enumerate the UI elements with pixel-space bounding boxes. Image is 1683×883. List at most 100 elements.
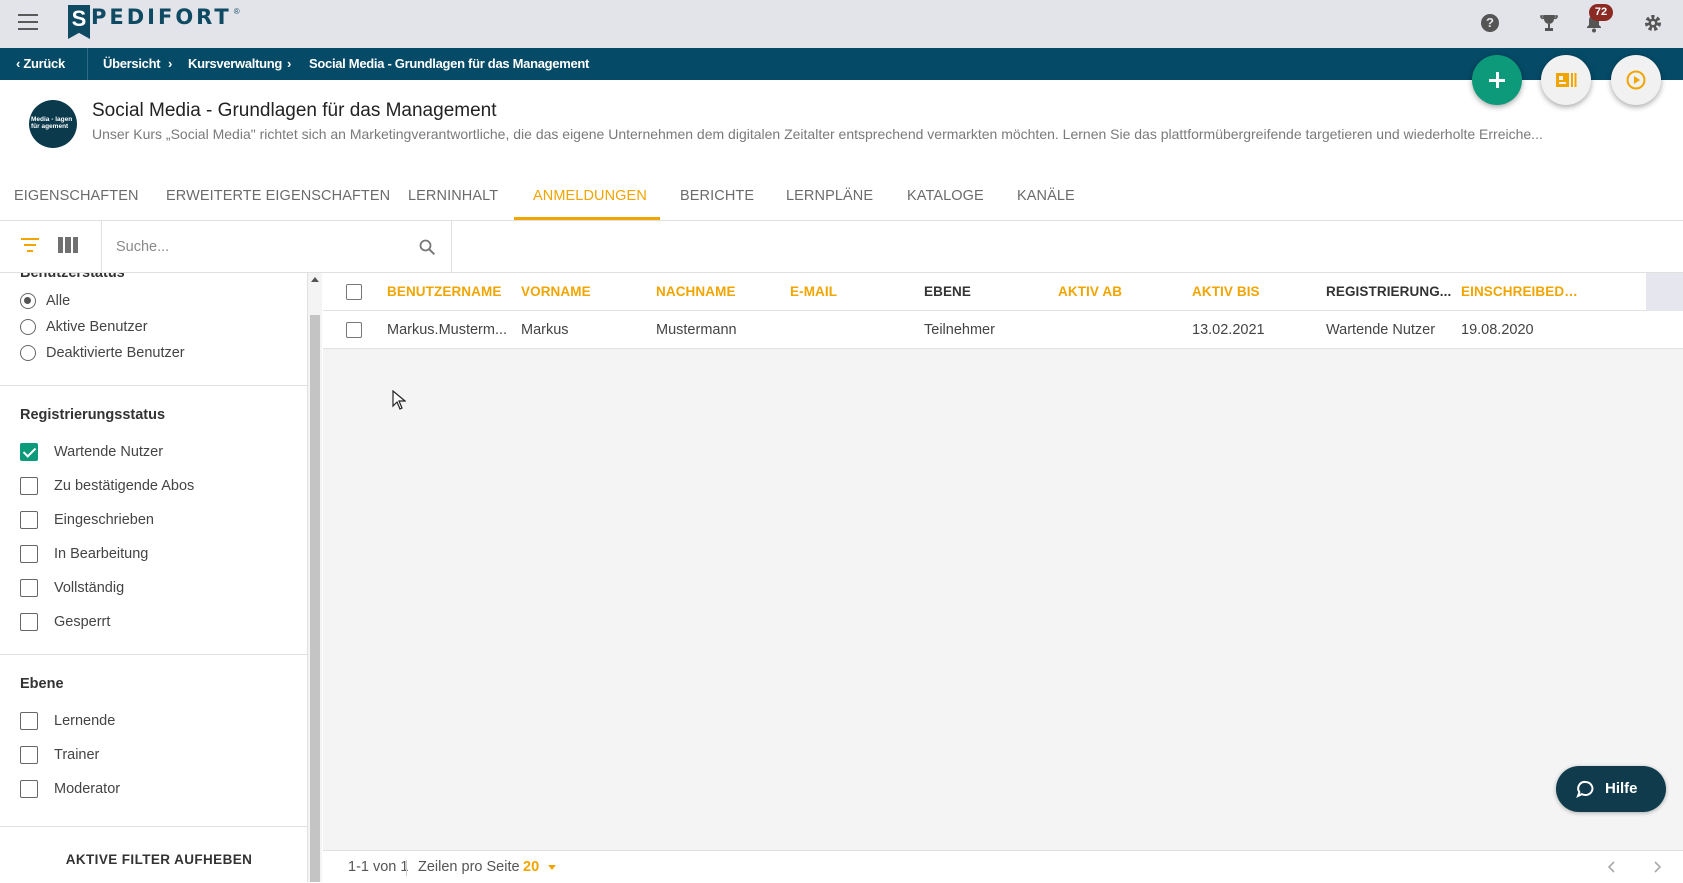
cell-active-until: 13.02.2021 (1192, 322, 1265, 338)
column-registration[interactable]: REGISTRIERUNG... (1326, 273, 1456, 311)
checkbox-blocked[interactable]: Gesperrt (20, 610, 280, 634)
filter-divider (0, 654, 307, 655)
column-active-from[interactable]: AKTIV AB (1058, 273, 1122, 311)
checkbox[interactable] (20, 443, 38, 461)
notification-badge: 72 (1589, 4, 1613, 21)
checkbox-label: Gesperrt (54, 614, 111, 630)
trophy-icon[interactable] (1538, 12, 1560, 34)
caret-down-icon[interactable] (548, 865, 556, 870)
cell-registration: Wartende Nutzer (1326, 322, 1436, 338)
checkbox-waiting-users[interactable]: Wartende Nutzer (20, 440, 280, 464)
sidebar-scrollbar[interactable] (308, 273, 322, 882)
select-all-checkbox[interactable] (346, 284, 362, 300)
column-firstname[interactable]: VORNAME (521, 273, 591, 311)
clear-filters-button[interactable]: AKTIVE FILTER AUFHEBEN (0, 852, 307, 867)
tab-learning-content[interactable]: LERNINHALT (408, 178, 498, 221)
checkbox-complete[interactable]: Vollständig (20, 576, 280, 600)
top-bar: S PEDIFORT ® ? 72 (0, 0, 1683, 48)
column-email[interactable]: E-MAIL (790, 273, 837, 311)
checkbox-in-progress[interactable]: In Bearbeitung (20, 542, 280, 566)
radio-label: Deaktivierte Benutzer (46, 345, 185, 361)
pager-divider (406, 860, 407, 876)
scrollbar-thumb[interactable] (310, 315, 320, 882)
play-button[interactable] (1611, 55, 1661, 105)
help-icon[interactable]: ? (1479, 12, 1501, 34)
checkbox[interactable] (20, 545, 38, 563)
breadcrumb-item-course-admin[interactable]: Kursverwaltung (188, 48, 282, 80)
cell-username: Markus.Musterm... (387, 322, 508, 338)
filter-panel: Benutzerstatus Alle Aktive Benutzer Deak… (0, 273, 308, 882)
row-checkbox[interactable] (346, 322, 362, 338)
back-label: Zurück (23, 56, 65, 71)
checkbox[interactable] (20, 511, 38, 529)
tab-learning-plans[interactable]: LERNPLÄNE (786, 178, 873, 221)
tab-properties[interactable]: EIGENSCHAFTEN (14, 178, 139, 221)
checkbox-trainer[interactable]: Trainer (20, 743, 280, 767)
radio-all[interactable]: Alle (20, 289, 280, 313)
catalog-button[interactable] (1541, 55, 1591, 105)
radio-deactivated-users[interactable]: Deaktivierte Benutzer (20, 341, 280, 365)
checkbox-pending-subscriptions[interactable]: Zu bestätigende Abos (20, 474, 280, 498)
logo-registered: ® (233, 6, 240, 16)
radio-button[interactable] (20, 319, 36, 335)
gear-icon[interactable] (1642, 12, 1664, 34)
search-input[interactable] (104, 231, 404, 263)
filter-divider (0, 826, 307, 827)
cell-lastname: Mustermann (656, 322, 737, 338)
active-tab-indicator (514, 217, 660, 220)
checkbox[interactable] (20, 579, 38, 597)
tab-extended-properties[interactable]: ERWEITERTE EIGENSCHAFTEN (166, 178, 390, 221)
checkbox-learners[interactable]: Lernende (20, 709, 280, 733)
checkbox-moderator[interactable]: Moderator (20, 777, 280, 801)
previous-page-icon[interactable] (1605, 859, 1619, 875)
column-level[interactable]: EBENE (924, 273, 971, 311)
chevron-right-icon: › (287, 56, 292, 71)
rows-per-page-select[interactable]: 20 (523, 851, 539, 883)
mouse-cursor-icon (392, 390, 406, 410)
catalog-icon (1556, 73, 1577, 87)
toolbar-divider (451, 221, 452, 273)
tab-channels[interactable]: KANÄLE (1017, 178, 1075, 221)
breadcrumb-item-overview[interactable]: Übersicht (103, 48, 161, 80)
radio-button[interactable] (20, 293, 36, 309)
checkbox-label: In Bearbeitung (54, 546, 149, 562)
spedifort-logo[interactable]: S PEDIFORT ® (68, 4, 240, 40)
tab-reports[interactable]: BERICHTE (680, 178, 754, 221)
column-username[interactable]: BENUTZERNAME (387, 273, 501, 311)
table-toolbar (0, 221, 1683, 273)
breadcrumb-divider (87, 48, 88, 80)
radio-button[interactable] (20, 345, 36, 361)
logo-text: PEDIFORT (91, 5, 232, 29)
radio-active-users[interactable]: Aktive Benutzer (20, 315, 280, 339)
chevron-right-icon: › (168, 56, 173, 71)
checkbox-label: Moderator (54, 781, 121, 797)
checkbox[interactable] (20, 712, 38, 730)
tab-catalogs[interactable]: KATALOGE (907, 178, 984, 221)
column-lastname[interactable]: NACHNAME (656, 273, 736, 311)
user-status-heading: Benutzerstatus (20, 273, 125, 281)
help-button[interactable]: Hilfe (1556, 766, 1666, 812)
checkbox-label: Eingeschrieben (54, 512, 154, 528)
column-active-until[interactable]: AKTIV BIS (1192, 273, 1260, 311)
column-enrollment-date[interactable]: EINSCHREIBEDA... (1461, 273, 1581, 311)
checkbox[interactable] (20, 746, 38, 764)
filter-divider (0, 385, 307, 386)
filter-icon[interactable] (20, 238, 40, 254)
tab-enrollments[interactable]: ANMELDUNGEN (533, 178, 647, 221)
menu-icon[interactable] (18, 14, 38, 30)
table-header: BENUTZERNAME VORNAME NACHNAME E-MAIL EBE… (323, 273, 1683, 311)
back-link[interactable]: ‹ Zurück (16, 48, 65, 80)
checkbox[interactable] (20, 780, 38, 798)
checkbox[interactable] (20, 613, 38, 631)
search-icon[interactable] (418, 238, 436, 256)
breadcrumb-item-current: Social Media - Grundlagen für das Manage… (309, 56, 590, 71)
radio-label: Alle (46, 293, 71, 309)
checkbox-enrolled[interactable]: Eingeschrieben (20, 508, 280, 532)
add-button[interactable] (1472, 55, 1522, 105)
columns-icon[interactable] (58, 237, 78, 253)
checkbox[interactable] (20, 477, 38, 495)
scroll-up-icon[interactable] (311, 277, 319, 282)
table-row[interactable]: Markus.Musterm... Markus Mustermann Teil… (323, 311, 1683, 349)
course-logo: Media - lagen für agement (29, 100, 77, 148)
next-page-icon[interactable] (1650, 859, 1664, 875)
